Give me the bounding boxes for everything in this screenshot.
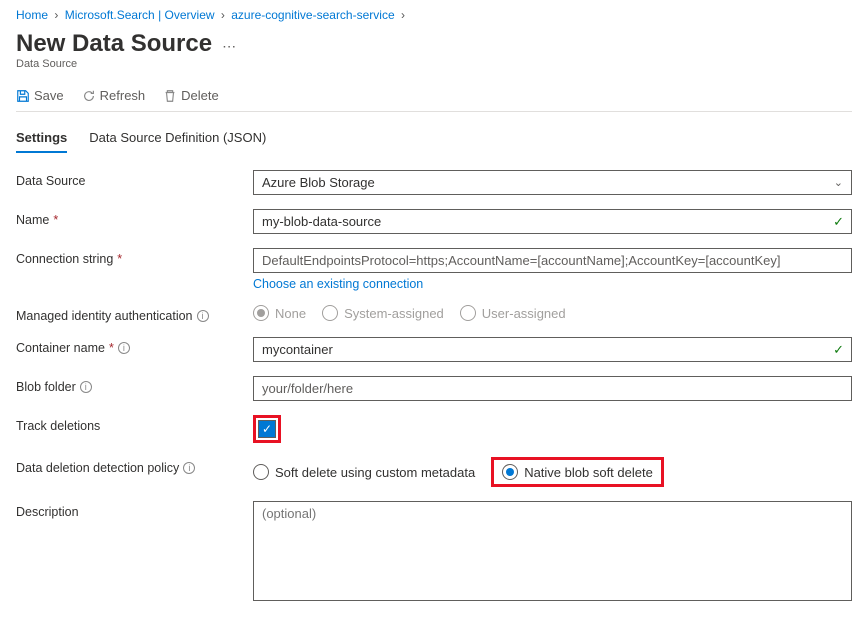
tab-json[interactable]: Data Source Definition (JSON) bbox=[89, 130, 266, 153]
radio-native-soft-delete[interactable]: Native blob soft delete bbox=[502, 464, 653, 480]
save-icon bbox=[16, 89, 30, 103]
description-textarea[interactable] bbox=[253, 501, 852, 601]
label-deletion-policy: Data deletion detection policy bbox=[16, 461, 179, 475]
delete-icon bbox=[163, 89, 177, 103]
label-track-deletions: Track deletions bbox=[16, 415, 241, 433]
radio-mi-system[interactable]: System-assigned bbox=[322, 305, 444, 321]
radio-soft-delete[interactable]: Soft delete using custom metadata bbox=[253, 464, 475, 480]
breadcrumb-resource[interactable]: azure-cognitive-search-service bbox=[231, 8, 394, 22]
label-connection: Connection string bbox=[16, 252, 113, 266]
check-icon: ✓ bbox=[833, 342, 844, 358]
breadcrumb: Home › Microsoft.Search | Overview › azu… bbox=[16, 8, 852, 22]
connection-input[interactable] bbox=[253, 248, 852, 273]
save-label: Save bbox=[34, 88, 64, 103]
label-blob-folder: Blob folder bbox=[16, 380, 76, 394]
tab-bar: Settings Data Source Definition (JSON) bbox=[16, 130, 852, 154]
tab-settings[interactable]: Settings bbox=[16, 130, 67, 153]
chevron-right-icon: › bbox=[54, 8, 58, 22]
more-icon[interactable]: ⋯ bbox=[222, 38, 236, 55]
radio-mi-user-label: User-assigned bbox=[482, 306, 566, 321]
container-input[interactable] bbox=[253, 337, 852, 362]
label-name: Name bbox=[16, 213, 49, 227]
info-icon[interactable]: i bbox=[197, 310, 209, 322]
radio-mi-system-label: System-assigned bbox=[344, 306, 444, 321]
blob-folder-input[interactable] bbox=[253, 376, 852, 401]
breadcrumb-home[interactable]: Home bbox=[16, 8, 48, 22]
data-source-value: Azure Blob Storage bbox=[262, 175, 375, 190]
refresh-button[interactable]: Refresh bbox=[82, 88, 146, 103]
track-deletions-checkbox[interactable]: ✓ bbox=[258, 420, 276, 438]
refresh-icon bbox=[82, 89, 96, 103]
chevron-right-icon: › bbox=[221, 8, 225, 22]
page-subtitle: Data Source bbox=[16, 58, 852, 70]
save-button[interactable]: Save bbox=[16, 88, 64, 103]
chevron-right-icon: › bbox=[401, 8, 405, 22]
info-icon[interactable]: i bbox=[118, 342, 130, 354]
refresh-label: Refresh bbox=[100, 88, 146, 103]
delete-button[interactable]: Delete bbox=[163, 88, 219, 103]
name-input[interactable] bbox=[253, 209, 852, 234]
label-data-source: Data Source bbox=[16, 170, 241, 188]
required-icon: * bbox=[109, 341, 114, 355]
breadcrumb-service[interactable]: Microsoft.Search | Overview bbox=[65, 8, 215, 22]
required-icon: * bbox=[53, 213, 58, 227]
radio-mi-user[interactable]: User-assigned bbox=[460, 305, 566, 321]
radio-mi-none[interactable]: None bbox=[253, 305, 306, 321]
radio-native-label: Native blob soft delete bbox=[524, 465, 653, 480]
radio-soft-delete-label: Soft delete using custom metadata bbox=[275, 465, 475, 480]
choose-connection-link[interactable]: Choose an existing connection bbox=[253, 277, 423, 291]
chevron-down-icon: ⌄ bbox=[834, 176, 843, 189]
info-icon[interactable]: i bbox=[80, 381, 92, 393]
page-title: New Data Source bbox=[16, 30, 212, 58]
label-container: Container name bbox=[16, 341, 105, 355]
info-icon[interactable]: i bbox=[183, 462, 195, 474]
delete-label: Delete bbox=[181, 88, 219, 103]
label-managed-identity: Managed identity authentication bbox=[16, 309, 193, 323]
radio-mi-none-label: None bbox=[275, 306, 306, 321]
required-icon: * bbox=[117, 252, 122, 266]
command-bar: Save Refresh Delete bbox=[16, 82, 852, 112]
data-source-select[interactable]: Azure Blob Storage ⌄ bbox=[253, 170, 852, 195]
check-icon: ✓ bbox=[833, 214, 844, 230]
label-description: Description bbox=[16, 501, 241, 519]
